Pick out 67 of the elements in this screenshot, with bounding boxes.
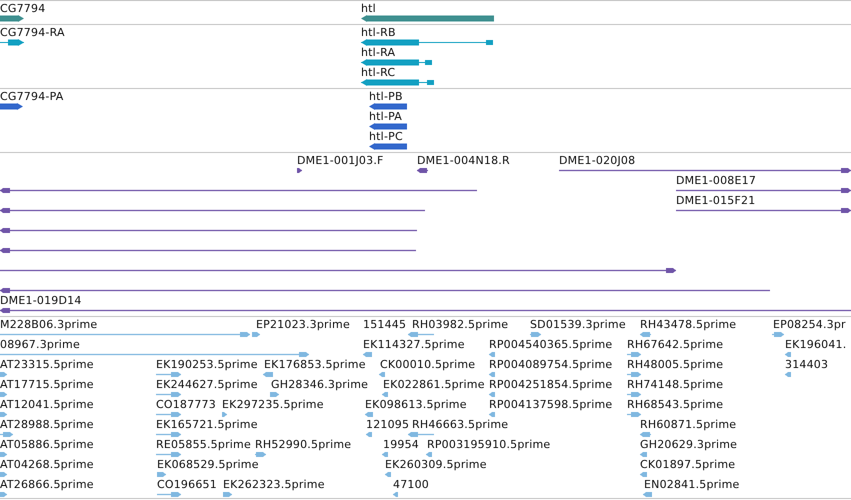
feature-label: DME1-019D14 xyxy=(0,294,82,307)
feature-label: htl-RB xyxy=(361,26,396,39)
feature-label: RH03982.5prime xyxy=(412,318,508,331)
feature-label: EK190253.5prime xyxy=(156,358,258,371)
feature-label: RH52990.5prime xyxy=(255,438,352,451)
feature-label: RE05855.5prime xyxy=(156,438,251,451)
feature-label: EK098613.5prime xyxy=(365,398,467,411)
feature-label: CG7794 xyxy=(0,2,46,15)
feature-label: RP004089754.5prime xyxy=(489,358,612,371)
feature-label: CK00010.5prime xyxy=(380,358,476,371)
feature-label: CG7794-RA xyxy=(0,26,65,39)
feature-label: DME1-001J03.F xyxy=(297,154,384,167)
feature-label: AT12041.5prime xyxy=(0,398,94,411)
feature-label: RP003195910.5prime xyxy=(427,438,550,451)
feature-label: DME1-004N18.R xyxy=(417,154,510,167)
feature-label: EK244627.5prime xyxy=(156,378,258,391)
feature-label: CO196651 xyxy=(157,478,217,491)
feature-label: EP21023.3prime xyxy=(256,318,350,331)
feature-label: htl-PB xyxy=(369,90,403,103)
feature-label: RH67642.5prime xyxy=(627,338,724,351)
feature-label: EK176853.5prime xyxy=(264,358,366,371)
feature-label: htl-RC xyxy=(361,66,396,79)
feature-label: RP004137598.5prime xyxy=(489,398,612,411)
feature-label: RH68543.5prime xyxy=(627,398,724,411)
feature-label: htl-RA xyxy=(361,46,396,59)
feature-label: AT28988.5prime xyxy=(0,418,94,431)
feature-label: CG7794-PA xyxy=(0,90,64,103)
feature-label: 121095 xyxy=(366,418,410,431)
feature-label: GH20629.3prime xyxy=(640,438,738,451)
feature-label: EK262323.5prime xyxy=(223,478,325,491)
feature-label: RH74148.5prime xyxy=(627,378,724,391)
feature-label: htl-PA xyxy=(369,110,402,123)
feature-label: 47100 xyxy=(393,478,429,491)
feature-label: 08967.3prime xyxy=(0,338,80,351)
feature-label: RH46663.5prime xyxy=(412,418,508,431)
feature-label: 19954 xyxy=(383,438,419,451)
feature-label: EK297235.5prime xyxy=(222,398,324,411)
feature-label: EK022861.5prime xyxy=(383,378,485,391)
feature-label: EK196041. xyxy=(785,338,846,351)
feature-label: CO187773 xyxy=(156,398,216,411)
feature-label: AT05886.5prime xyxy=(0,438,94,451)
feature-label: GH28346.3prime xyxy=(271,378,368,391)
feature-label: AT23315.5prime xyxy=(0,358,94,371)
feature-label: 151445 xyxy=(363,318,406,331)
feature-label: EK165721.5prime xyxy=(156,418,258,431)
feature-label: RH43478.5prime xyxy=(640,318,736,331)
feature-label: AT26866.5prime xyxy=(0,478,94,491)
feature-label: EP08254.3pr xyxy=(773,318,846,331)
feature-label: EN02841.5prime xyxy=(644,478,740,491)
feature-label: DME1-015F21 xyxy=(676,194,756,207)
feature-label: DME1-020J08 xyxy=(559,154,636,167)
feature-label: 314403 xyxy=(785,358,828,371)
feature-label: EK068529.5prime xyxy=(157,458,259,471)
feature-label: EK114327.5prime xyxy=(363,338,465,351)
feature-label: RH60871.5prime xyxy=(640,418,736,431)
feature-label: M228B06.3prime xyxy=(0,318,98,331)
feature-label: SD01539.3prime xyxy=(530,318,626,331)
feature-label: DME1-008E17 xyxy=(676,174,756,187)
feature-label: AT04268.5prime xyxy=(0,458,94,471)
feature-label: EK260309.5prime xyxy=(385,458,487,471)
feature-label: AT17715.5prime xyxy=(0,378,94,391)
feature-label: RH48005.5prime xyxy=(627,358,724,371)
feature-label: RP004251854.5prime xyxy=(489,378,612,391)
feature-label: CK01897.5prime xyxy=(640,458,736,471)
feature-label: htl-PC xyxy=(369,130,403,143)
feature-label: htl xyxy=(361,2,376,15)
feature-label: RP004540365.5prime xyxy=(489,338,612,351)
